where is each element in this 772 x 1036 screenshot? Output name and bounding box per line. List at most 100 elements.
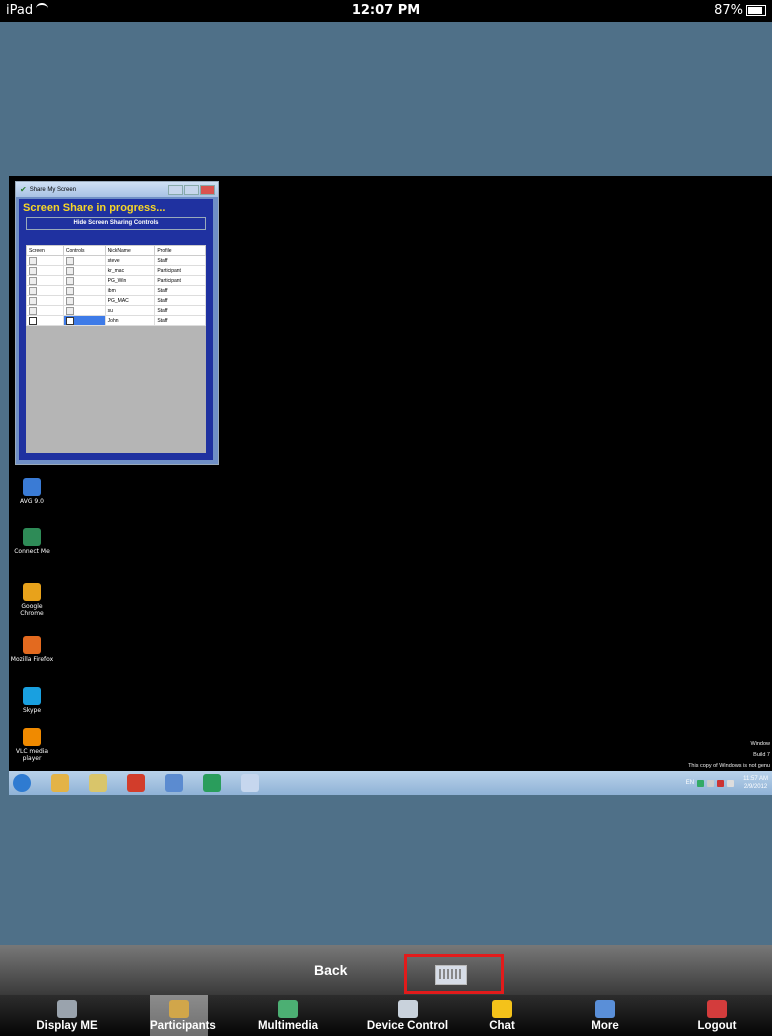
- chrome-taskbar-icon[interactable]: [127, 774, 145, 792]
- screen-checkbox-cell[interactable]: [26, 295, 64, 306]
- tab-logout[interactable]: Logout: [672, 995, 762, 1036]
- screen-checkbox-cell[interactable]: [26, 265, 64, 276]
- screen-checkbox-cell[interactable]: [26, 255, 64, 266]
- controls-checkbox-cell[interactable]: [62, 315, 106, 326]
- tab-label: Device Control: [366, 1020, 449, 1032]
- participant-row[interactable]: PG_Win Participant: [26, 275, 206, 286]
- screen-checkbox-cell[interactable]: [26, 285, 64, 296]
- screen-checkbox[interactable]: [29, 266, 37, 275]
- multimedia-icon: [278, 1000, 298, 1018]
- back-button[interactable]: Back: [314, 962, 347, 978]
- tab-multimedia[interactable]: Multimedia: [243, 995, 333, 1036]
- screen-checkbox[interactable]: [29, 256, 37, 265]
- participant-row[interactable]: John Staff: [26, 315, 206, 326]
- controls-checkbox-cell[interactable]: [62, 285, 106, 296]
- controls-checkbox[interactable]: [65, 306, 74, 315]
- screen-checkbox[interactable]: [29, 286, 37, 295]
- start-orb-icon[interactable]: [13, 774, 31, 792]
- controls-checkbox[interactable]: [65, 316, 74, 325]
- screen-checkbox[interactable]: [29, 276, 37, 285]
- desktop-shortcut[interactable]: Google Chrome: [9, 583, 55, 617]
- desktop-shortcut-label: Skype: [22, 707, 42, 714]
- profile-cell: Staff: [154, 295, 206, 306]
- tray-language[interactable]: EN: [686, 780, 694, 786]
- share-panel: Screen Share in progress... Hide Screen …: [19, 199, 213, 460]
- tray-network-icon[interactable]: [707, 779, 715, 787]
- screen-checkbox-cell[interactable]: [26, 305, 64, 316]
- remote-desktop-view[interactable]: ✔ Share My Screen Screen Share in progre…: [9, 176, 772, 794]
- col-profile[interactable]: Profile: [154, 245, 206, 256]
- share-status-heading: Screen Share in progress...: [23, 202, 166, 214]
- controls-checkbox-cell[interactable]: [62, 265, 106, 276]
- tab-device-control[interactable]: Device Control: [355, 995, 460, 1036]
- controls-checkbox-cell[interactable]: [62, 295, 106, 306]
- screen-checkbox[interactable]: [29, 296, 37, 305]
- firefox-icon: [23, 636, 41, 654]
- system-tray: EN 11:57 AM 2/9/2012: [686, 775, 768, 791]
- tab-label: Display ME: [36, 1020, 98, 1032]
- controls-checkbox[interactable]: [65, 256, 74, 265]
- more-icon: [595, 1000, 615, 1018]
- desktop-shortcut[interactable]: VLC media player: [9, 728, 55, 762]
- minimize-button[interactable]: [168, 184, 183, 195]
- window-titlebar: ✔ Share My Screen: [16, 182, 218, 197]
- tray-clock[interactable]: 11:57 AM 2/9/2012: [743, 775, 768, 791]
- nickname-cell: kr_mac: [104, 265, 156, 276]
- col-screen[interactable]: Screen: [26, 245, 64, 256]
- windows-taskbar: EN 11:57 AM 2/9/2012: [9, 771, 772, 795]
- tab-participants[interactable]: Participants: [150, 995, 216, 1036]
- screen-checkbox[interactable]: [29, 306, 37, 315]
- desktop-shortcut-label: Mozilla Firefox: [10, 656, 54, 663]
- desktop-shortcut[interactable]: Mozilla Firefox: [9, 636, 55, 663]
- controls-checkbox[interactable]: [65, 286, 74, 295]
- tab-label: Participants: [150, 1020, 216, 1032]
- controls-checkbox-cell[interactable]: [62, 305, 106, 316]
- participant-row[interactable]: su Staff: [26, 305, 206, 316]
- controls-checkbox[interactable]: [65, 276, 74, 285]
- controls-checkbox[interactable]: [65, 296, 74, 305]
- participant-row[interactable]: ibm Staff: [26, 285, 206, 296]
- keyboard-icon[interactable]: [435, 965, 467, 985]
- controls-checkbox[interactable]: [65, 266, 74, 275]
- battery-icon: [746, 5, 766, 16]
- windows-notice-line1: Window: [750, 741, 770, 747]
- maximize-button[interactable]: [184, 184, 199, 195]
- participant-row[interactable]: steve Staff: [26, 255, 206, 266]
- desktop-shortcut[interactable]: Connect Me: [9, 528, 55, 555]
- tab-display-me[interactable]: Display ME: [22, 995, 112, 1036]
- close-button[interactable]: [200, 184, 215, 195]
- grid-header-row: Screen Controls NickName Profile: [26, 245, 206, 256]
- desktop-shortcut[interactable]: Skype: [9, 687, 55, 714]
- tab-more[interactable]: More: [565, 995, 645, 1036]
- viewer-background-bottom: [0, 795, 772, 945]
- tray-volume-icon[interactable]: [727, 779, 735, 787]
- nickname-cell: su: [104, 305, 156, 316]
- paint-taskbar-icon[interactable]: [241, 774, 259, 792]
- window-taskbar-icon[interactable]: [165, 774, 183, 792]
- screen-checkbox-cell[interactable]: [26, 275, 64, 286]
- participant-row[interactable]: kr_mac Participant: [26, 265, 206, 276]
- controls-checkbox-cell[interactable]: [62, 275, 106, 286]
- avg-icon: [23, 478, 41, 496]
- app-taskbar-icon[interactable]: [203, 774, 221, 792]
- tray-security-icon[interactable]: [717, 779, 725, 787]
- desktop-shortcut-label: Connect Me: [14, 548, 50, 555]
- hide-controls-button[interactable]: Hide Screen Sharing Controls: [26, 217, 206, 230]
- screen-checkbox[interactable]: [29, 316, 37, 325]
- participant-row[interactable]: PG_MAC Staff: [26, 295, 206, 306]
- notes-icon[interactable]: [89, 774, 107, 792]
- tab-label: More: [591, 1020, 619, 1032]
- nickname-cell: PG_MAC: [104, 295, 156, 306]
- tray-flag-icon[interactable]: [697, 779, 705, 787]
- windows-notice-line3: This copy of Windows is not genu: [688, 763, 770, 769]
- col-nickname[interactable]: NickName: [104, 245, 156, 256]
- app-tab-bar: Display ME Participants Multimedia Device C…: [0, 995, 772, 1036]
- explorer-icon[interactable]: [51, 774, 69, 792]
- controls-checkbox-cell[interactable]: [62, 255, 106, 266]
- col-controls[interactable]: Controls: [62, 245, 106, 256]
- desktop-shortcut[interactable]: AVG 9.0: [9, 478, 55, 505]
- keyboard-toggle-highlight[interactable]: [404, 954, 504, 994]
- tab-chat[interactable]: Chat: [462, 995, 542, 1036]
- camera-icon: [57, 1000, 77, 1018]
- screen-checkbox-cell[interactable]: [26, 315, 64, 326]
